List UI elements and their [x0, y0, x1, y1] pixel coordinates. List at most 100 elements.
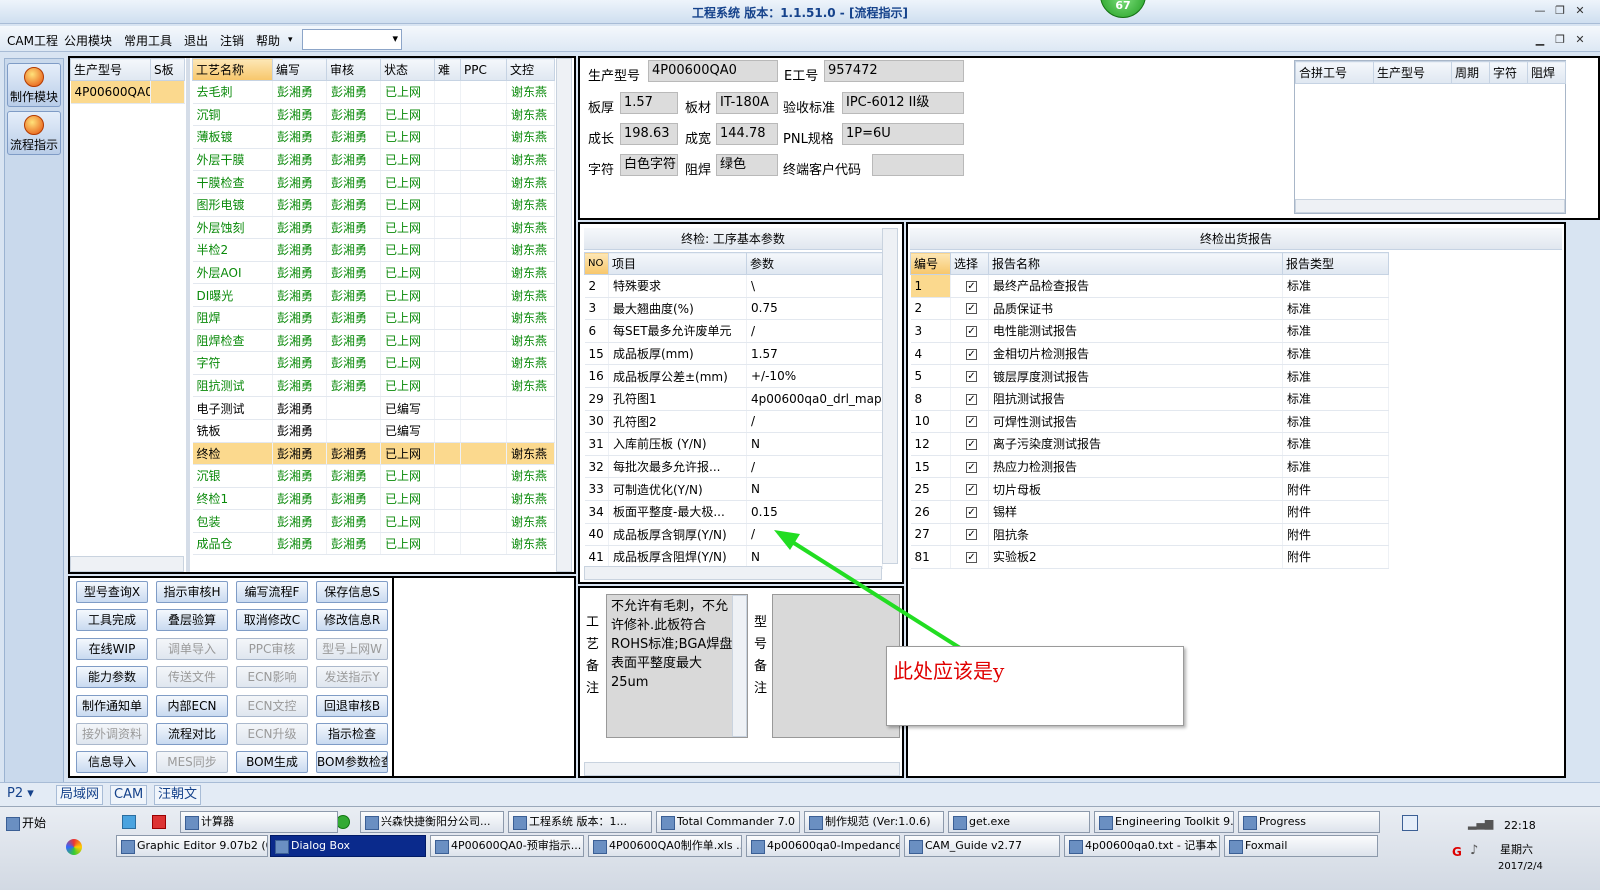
checkbox[interactable]: ✓ — [966, 438, 977, 450]
action-button[interactable]: 编写流程F — [236, 581, 308, 603]
col-item[interactable]: 项目 — [608, 252, 747, 275]
action-button[interactable]: 流程对比 — [156, 723, 228, 745]
col-report-name[interactable]: 报告名称 — [988, 252, 1283, 275]
network-icon[interactable]: ▂▄▆ — [1468, 817, 1493, 830]
report-row[interactable]: 25 ✓ 切片母板 附件 — [910, 477, 1389, 501]
taskbar-item[interactable]: Dialog Box — [270, 835, 426, 857]
volume-icon[interactable]: ♪ — [1470, 843, 1478, 858]
table-row[interactable]: 包装 彭湘勇 彭湘勇 已上网 谢东燕 — [192, 509, 555, 533]
col-select[interactable]: 选择 — [950, 252, 989, 275]
pnl-field[interactable]: 1P=6U — [842, 123, 964, 145]
param-row[interactable]: 15 成品板厚(mm) 1.57 — [584, 342, 883, 366]
table-row[interactable]: 电子测试 彭湘勇 已编写 — [192, 396, 555, 420]
col-report-no[interactable]: 编号 — [910, 252, 951, 275]
action-button[interactable]: 型号上网W — [316, 637, 388, 660]
action-button[interactable]: 信息导入 — [76, 751, 148, 774]
checkbox[interactable]: ✓ — [966, 416, 977, 428]
col-process-name[interactable]: 工艺名称 — [192, 58, 273, 81]
checkbox[interactable]: ✓ — [966, 280, 977, 292]
menu-tools[interactable]: 常用工具 — [124, 32, 172, 49]
table-row[interactable]: 终检1 彭湘勇 彭湘勇 已上网 谢东燕 — [192, 487, 555, 511]
menu-exit[interactable]: 退出 — [184, 32, 208, 49]
action-button[interactable]: BOM参数检查 — [316, 751, 388, 774]
action-button[interactable]: PPC审核 — [236, 637, 308, 660]
param-row[interactable]: 29 孔符图1 4p00600qa0_drl_map.j — [584, 387, 883, 411]
remark-hscroll[interactable] — [584, 762, 900, 776]
mdi-restore-icon[interactable]: ❐ — [1552, 32, 1568, 48]
table-row[interactable]: 阻焊检查 彭湘勇 彭湘勇 已上网 谢东燕 — [192, 329, 555, 353]
taskbar-item[interactable]: Total Commander 7.0 ... — [656, 811, 800, 833]
ie-icon[interactable] — [336, 815, 350, 829]
col-merge-model[interactable]: 生产型号 — [1373, 61, 1452, 84]
mdi-minimize-icon[interactable]: ▁ — [1532, 32, 1548, 48]
report-select[interactable]: ✓ — [950, 319, 989, 343]
report-row[interactable]: 12 ✓ 离子污染度测试报告 标准 — [910, 432, 1389, 456]
material-field[interactable]: IT-180A — [716, 92, 778, 114]
table-row[interactable]: 沉银 彭湘勇 彭湘勇 已上网 谢东燕 — [192, 464, 555, 488]
col-report-type[interactable]: 报告类型 — [1282, 252, 1389, 275]
col-doc-control[interactable]: 文控 — [506, 58, 555, 81]
char-field[interactable]: 白色字符 — [620, 154, 678, 176]
action-button[interactable]: 保存信息S — [316, 581, 388, 603]
col-status[interactable]: 状态 — [380, 58, 435, 81]
param-row[interactable]: 2 特殊要求 \ — [584, 274, 883, 298]
length-field[interactable]: 198.63 — [620, 123, 678, 145]
col-merge-mask[interactable]: 阻焊 — [1527, 61, 1566, 84]
menu-logout[interactable]: 注销 — [220, 32, 244, 49]
action-button[interactable]: 修改信息R — [316, 609, 388, 632]
param-row[interactable]: 32 每批次最多允许报... / — [584, 455, 883, 479]
show-desktop-icon[interactable] — [1402, 815, 1418, 831]
action-button[interactable]: 传送文件 — [156, 666, 228, 689]
action-button[interactable]: 指示审核H — [156, 581, 228, 603]
action-button[interactable]: 制作通知单 — [76, 694, 148, 717]
action-button[interactable]: 叠层验算 — [156, 609, 228, 632]
report-row[interactable]: 81 ✓ 实验板2 附件 — [910, 545, 1389, 569]
report-row[interactable]: 2 ✓ 品质保证书 标准 — [910, 297, 1389, 321]
col-param[interactable]: 参数 — [746, 252, 883, 275]
taskbar-item[interactable]: CAM_Guide v2.77 — [904, 835, 1060, 857]
action-button[interactable]: ECN文控 — [236, 694, 308, 717]
splitter[interactable] — [186, 58, 190, 572]
restore-icon[interactable]: ❐ — [1552, 3, 1568, 19]
action-button[interactable]: 回退审核B — [316, 694, 388, 717]
report-row[interactable]: 3 ✓ 电性能测试报告 标准 — [910, 319, 1389, 343]
report-row[interactable]: 15 ✓ 热应力检测报告 标准 — [910, 455, 1389, 479]
process-remark-text[interactable]: 不允许有毛刺，不允许修补.此板符合ROHS标准;BGA焊盘表面平整度最大25um — [606, 594, 748, 738]
report-select[interactable]: ✓ — [950, 274, 989, 298]
table-row[interactable]: 薄板镀 彭湘勇 彭湘勇 已上网 谢东燕 — [192, 125, 555, 149]
module-select[interactable] — [302, 29, 402, 50]
checkbox[interactable]: ✓ — [966, 506, 977, 518]
action-button[interactable]: ECN影响 — [236, 666, 308, 689]
report-select[interactable]: ✓ — [950, 432, 989, 456]
taskbar-item[interactable]: 4p00600qa0-Impedance ... — [746, 835, 900, 857]
report-row[interactable]: 26 ✓ 锡样 附件 — [910, 500, 1389, 524]
close-icon[interactable]: ✕ — [1572, 3, 1588, 19]
col-ppc[interactable]: PPC — [460, 58, 507, 81]
taskbar-item[interactable]: get.exe — [948, 811, 1090, 833]
action-button[interactable]: 接外调资料 — [76, 723, 148, 745]
start-button[interactable]: 开始 — [2, 813, 46, 835]
clock-time[interactable]: 22:18 — [1504, 819, 1536, 832]
table-row[interactable]: 铣板 彭湘勇 已编写 — [192, 419, 555, 443]
action-button[interactable]: 在线WIP — [76, 637, 148, 660]
help-dropdown-icon[interactable]: ▾ — [288, 35, 293, 45]
table-row[interactable]: 半检2 彭湘勇 彭湘勇 已上网 谢东燕 — [192, 238, 555, 262]
taskbar-item[interactable]: 制作规范 (Ver:1.0.6) — [804, 811, 944, 833]
action-button[interactable]: 指示检查 — [316, 723, 388, 745]
status-cam[interactable]: CAM — [110, 785, 148, 805]
pdf-icon[interactable] — [152, 815, 166, 829]
taskbar-item[interactable]: Graphic Editor 9.07b2 (0... — [116, 835, 268, 857]
col-merge-char[interactable]: 字符 — [1489, 61, 1528, 84]
page-select[interactable]: P2 ▾ — [4, 785, 50, 805]
remark-vscroll[interactable] — [732, 595, 747, 737]
taskbar-item[interactable]: 工程系统 版本：1... — [508, 811, 652, 833]
nav-make-module[interactable]: 制作模块 — [7, 63, 61, 107]
param-row[interactable]: 31 入库前压板 (Y/N) N — [584, 432, 883, 456]
param-row[interactable]: 33 可制造优化(Y/N) N — [584, 477, 883, 501]
customer-code-field[interactable] — [872, 154, 964, 176]
report-row[interactable]: 10 ✓ 可焊性测试报告 标准 — [910, 410, 1389, 434]
taskbar-item[interactable]: 兴森快捷衡阳分公司... — [360, 811, 504, 833]
nav-flow-instruction[interactable]: 流程指示 — [7, 111, 61, 155]
report-select[interactable]: ✓ — [950, 342, 989, 366]
report-select[interactable]: ✓ — [950, 410, 989, 434]
